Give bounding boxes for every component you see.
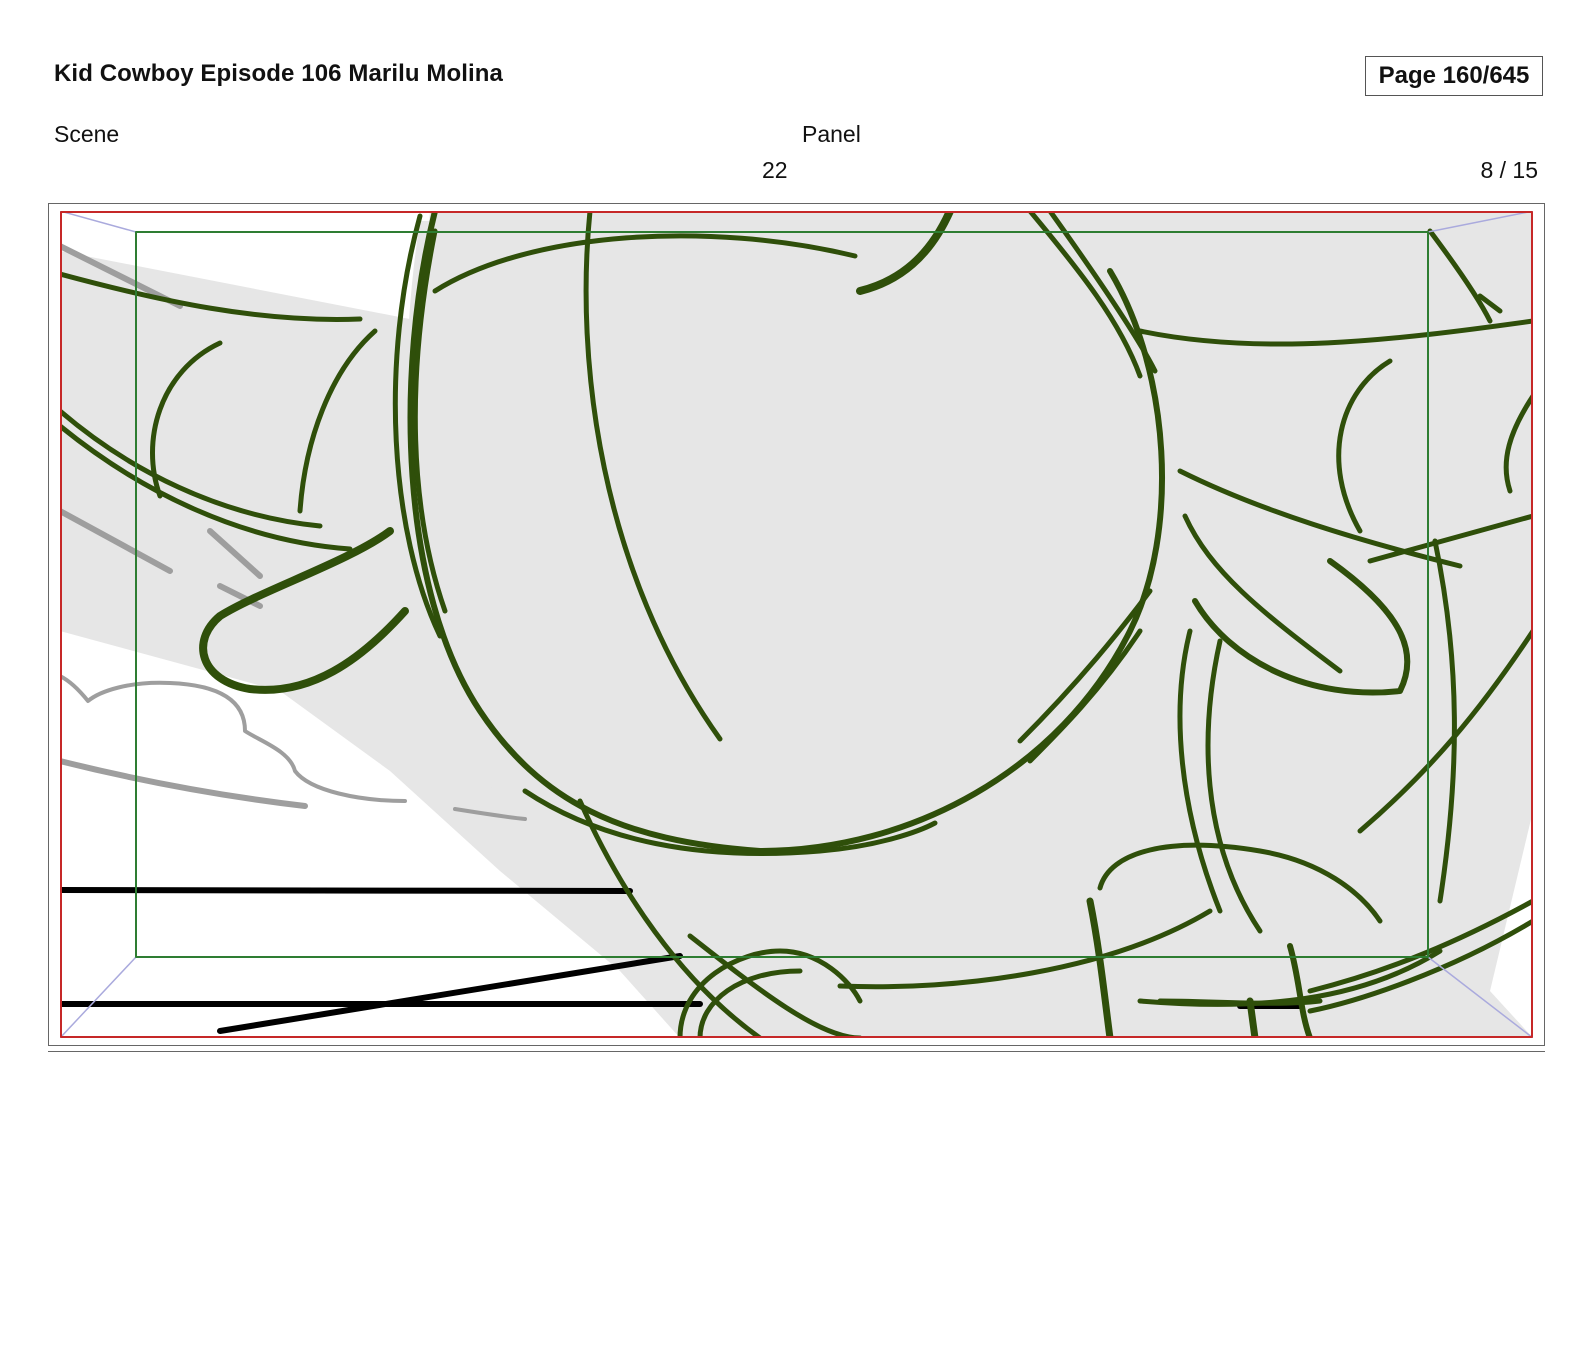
panel-label: Panel: [802, 121, 861, 147]
storyboard-sketch: [60, 211, 1533, 1038]
scene-number: 22: [762, 157, 788, 183]
panel-frame-underline: [48, 1051, 1545, 1052]
page-indicator: Page 160/645: [1365, 56, 1543, 96]
scene-label: Scene: [54, 121, 120, 147]
document-title: Kid Cowboy Episode 106 Marilu Molina: [54, 60, 503, 87]
panel-number: 8 / 15: [1480, 157, 1538, 183]
